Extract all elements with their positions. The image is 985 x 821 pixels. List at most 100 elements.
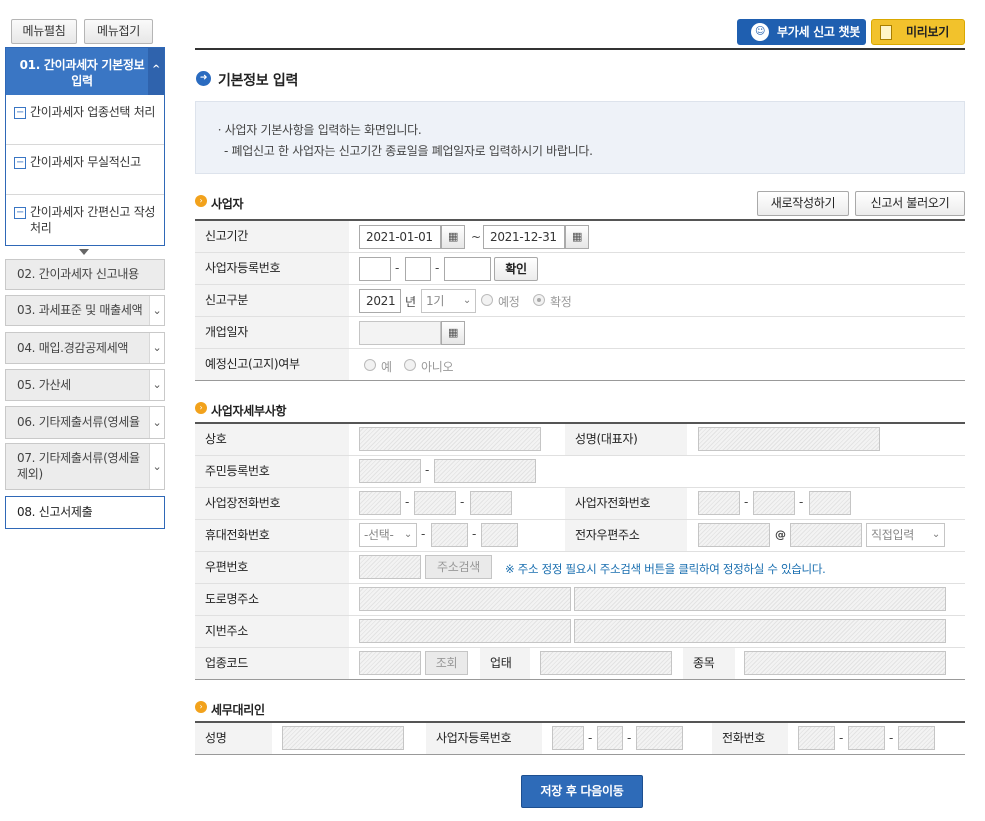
calendar-icon[interactable]: ▦	[565, 225, 589, 249]
label-biz-phone: 사업장전화번호	[195, 488, 349, 519]
minus-icon: −	[14, 107, 26, 119]
info-box: ㆍ사업자 기본사항을 입력하는 화면입니다. - 폐업신고 한 사업자는 신고기…	[195, 101, 965, 174]
row-divider	[195, 455, 965, 456]
email-domain-select[interactable]: 직접입력 ⌄	[866, 523, 945, 547]
notice-no-radio[interactable]	[404, 359, 416, 371]
owner-phone-part1	[698, 491, 740, 515]
prelim-radio[interactable]	[481, 294, 493, 306]
email-id-input	[698, 523, 770, 547]
load-report-button[interactable]: 신고서 불러오기	[855, 191, 965, 216]
menu-expand-button[interactable]: 메뉴펼침	[11, 19, 77, 44]
save-next-button[interactable]: 저장 후 다음이동	[521, 775, 643, 808]
mobile-prefix-select[interactable]: -선택- ⌄	[359, 523, 417, 547]
calendar-icon[interactable]: ▦	[441, 225, 465, 249]
prelim-label: 예정	[498, 295, 520, 309]
sidebar-active-group: 01. 간이과세자 기본정보 입력 ^ − 간이과세자 업종선택 처리 − 간이과세…	[5, 47, 165, 246]
sidebar-sub-item[interactable]: − 간이과세자 간편신고 작성 처리	[6, 195, 164, 245]
sidebar-sub-item[interactable]: − 간이과세자 무실적신고	[6, 145, 164, 195]
period-to-input[interactable]: 2021-12-31	[483, 225, 565, 249]
preview-button[interactable]: 미리보기	[871, 19, 965, 45]
sidebar-item-04[interactable]: 04. 매입.경감공제세액 ⌄	[5, 332, 165, 364]
dash-text: -	[395, 261, 400, 275]
row-divider	[195, 316, 965, 317]
confirm-button[interactable]: 확인	[494, 257, 538, 281]
lot-addr-input	[359, 619, 571, 643]
sidebar-item-06[interactable]: 06. 기타제출서류(영세율 ⌄	[5, 406, 165, 439]
label-email: 전자우편주소	[565, 520, 687, 551]
chatbot-icon: ☺	[751, 23, 769, 41]
section-bullet-icon: ›	[195, 195, 207, 207]
chevron-down-icon[interactable]: ⌄	[149, 370, 164, 400]
menu-collapse-button[interactable]: 메뉴접기	[84, 19, 153, 44]
open-date-input[interactable]	[359, 321, 441, 345]
term-select[interactable]: 1기 ⌄	[421, 289, 476, 313]
regno-part1-input[interactable]	[359, 257, 391, 281]
sidebar-item-05[interactable]: 05. 가산세 ⌄	[5, 369, 165, 401]
row-divider	[195, 647, 965, 648]
address-search-button[interactable]: 주소검색	[425, 555, 492, 579]
section-title: 세무대리인	[211, 703, 265, 717]
page-title: 기본정보 입력	[218, 73, 299, 89]
label-agent-regno: 사업자등록번호	[426, 723, 542, 754]
chevron-down-icon[interactable]: ⌄	[149, 407, 164, 438]
final-radio[interactable]	[533, 294, 545, 306]
final-label: 확정	[550, 295, 572, 309]
label-type: 신고구분	[195, 285, 349, 316]
minus-icon: −	[14, 207, 26, 219]
label-item: 종목	[683, 648, 735, 679]
row-divider	[195, 487, 965, 488]
dash-text: -	[744, 495, 749, 509]
year-unit-text: 년	[405, 295, 416, 309]
agent-regno-part2	[597, 726, 623, 750]
label-agent-phone: 전화번호	[712, 723, 788, 754]
sidebar-item-08[interactable]: 08. 신고서제출	[5, 496, 165, 529]
dash-text: -	[460, 495, 465, 509]
sidebar-item-label: 04. 매입.경감공제세액	[17, 341, 129, 355]
lot-addr-detail-input	[574, 619, 946, 643]
chevron-down-icon: ⌄	[931, 529, 940, 540]
label-open-date: 개업일자	[195, 317, 349, 348]
label-mobile: 휴대전화번호	[195, 520, 349, 551]
new-write-button[interactable]: 새로작성하기	[757, 191, 849, 216]
label-regno: 사업자등록번호	[195, 253, 349, 284]
ceo-name-input	[698, 427, 880, 451]
label-trade-name: 상호	[195, 424, 349, 455]
sidebar-item-07[interactable]: 07. 기타제출서류(영세율 제외) ⌄	[5, 443, 165, 490]
chevron-down-icon[interactable]: ⌄	[149, 333, 164, 363]
dash-text: -	[799, 495, 804, 509]
sidebar-item-label: 01. 간이과세자 기본정보 입력	[19, 58, 145, 88]
lookup-button[interactable]: 조회	[425, 651, 468, 675]
at-sign-text: @	[775, 528, 786, 541]
dash-text: -	[472, 527, 477, 541]
sidebar-item-02[interactable]: 02. 간이과세자 신고내용	[5, 259, 165, 290]
sidebar-sub-item[interactable]: − 간이과세자 업종선택 처리	[6, 95, 164, 145]
biz-phone-part1	[359, 491, 401, 515]
arrow-down-icon	[79, 249, 89, 255]
label-biztype: 업태	[480, 648, 530, 679]
calendar-icon[interactable]: ▦	[441, 321, 465, 345]
chevron-up-icon[interactable]: ^	[148, 48, 164, 95]
label-code: 업종코드	[195, 648, 349, 679]
chatbot-button[interactable]: ☺ 부가세 신고 챗봇	[737, 19, 866, 45]
period-from-input[interactable]: 2021-01-01	[359, 225, 441, 249]
biztype-input	[540, 651, 672, 675]
row-divider	[195, 284, 965, 285]
chevron-down-icon[interactable]: ⌄	[149, 296, 164, 325]
row-divider	[195, 380, 965, 381]
year-input[interactable]: 2021	[359, 289, 401, 313]
chatbot-label: 부가세 신고 챗봇	[777, 25, 860, 39]
dash-text: -	[405, 495, 410, 509]
notice-yes-radio[interactable]	[364, 359, 376, 371]
sidebar-item-03[interactable]: 03. 과세표준 및 매출세액 ⌄	[5, 295, 165, 326]
regno-part3-input[interactable]	[444, 257, 491, 281]
mobile-part2	[431, 523, 468, 547]
minus-icon: −	[14, 157, 26, 169]
label-ceo: 성명(대표자)	[565, 424, 687, 455]
row-divider	[195, 252, 965, 253]
email-domain-value: 직접입력	[871, 528, 914, 542]
sidebar-item-basic-info[interactable]: 01. 간이과세자 기본정보 입력 ^	[6, 48, 164, 95]
chevron-down-icon[interactable]: ⌄	[149, 444, 164, 489]
regno-part2-input[interactable]	[405, 257, 431, 281]
row-divider	[195, 519, 965, 520]
divider	[195, 48, 965, 50]
